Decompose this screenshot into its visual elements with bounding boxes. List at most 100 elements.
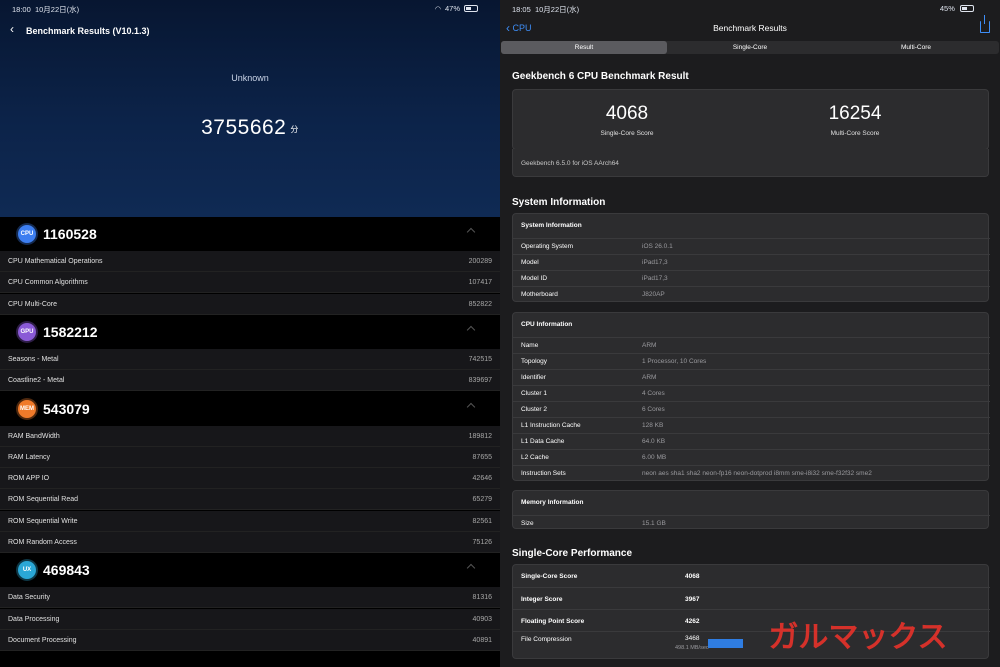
row-value: iPad17,3: [642, 259, 668, 266]
section-score: 1160528: [43, 226, 97, 242]
item-label: Document Processing: [8, 636, 77, 644]
device-name: Unknown: [231, 73, 269, 83]
nav-title: Benchmark Results: [713, 23, 787, 33]
row-value: ARM: [642, 342, 657, 349]
status-bar: 18:05 10月22日(水) 45%: [500, 0, 1000, 16]
multi-core-label: Multi-Core Score: [830, 130, 880, 137]
collapse-chevron-icon[interactable]: [466, 402, 476, 411]
row-value: 6.00 MB: [642, 454, 667, 461]
card-header: CPU Information: [513, 313, 990, 337]
multi-core-score: 16254: [828, 103, 882, 124]
single-core-label: Single-Core Score: [600, 130, 654, 137]
watermark-logo: ガルマックス: [768, 620, 947, 655]
table-row: Cluster 1 4 Cores: [513, 385, 990, 401]
item-label: CPU Multi-Core: [8, 300, 58, 308]
section-header-gpu[interactable]: GPU 1582212: [0, 314, 500, 349]
share-icon[interactable]: [980, 15, 990, 33]
table-row: Identifier ARM: [513, 369, 990, 385]
geekbench-panel: 18:05 10月22日(水) 45% ‹ CPU Benchmark Resu…: [500, 0, 1000, 667]
list-item: RAM Latency 87655: [0, 446, 500, 468]
item-value: 200289: [468, 258, 492, 265]
status-battery: 45%: [939, 4, 955, 13]
perf-value: 3468: [685, 635, 700, 642]
list-item: Data Security 81316: [0, 587, 500, 609]
item-label: Coastline2 - Metal: [8, 377, 65, 385]
perf-value: 4068: [685, 573, 700, 580]
row-label: Cluster 1: [521, 390, 548, 397]
row-label: Size: [521, 520, 534, 527]
section-header-ux[interactable]: UX 469843: [0, 553, 500, 588]
table-row: Size 15.1 GB: [513, 515, 990, 531]
status-battery: 47%: [444, 4, 460, 13]
table-row: L2 Cache 6.00 MB: [513, 449, 990, 465]
card-title: CPU Information: [521, 321, 573, 328]
row-value: iPad17,3: [642, 275, 668, 282]
row-value: 6 Cores: [642, 406, 665, 413]
item-value: 40903: [472, 615, 492, 623]
card-header: Memory Information: [513, 491, 990, 515]
row-label: L1 Data Cache: [521, 438, 565, 445]
tab-multi-core[interactable]: Multi-Core: [833, 41, 999, 54]
row-value: neon aes sha1 sha2 neon-fp16 neon-dotpro…: [642, 470, 872, 477]
status-time: 18:00: [12, 5, 31, 14]
item-value: 42646: [472, 475, 492, 483]
row-label: Topology: [521, 358, 548, 365]
section-score: 1582212: [43, 323, 98, 340]
item-value: 87655: [472, 453, 492, 461]
tab-single-core[interactable]: Single-Core: [667, 41, 833, 54]
list-item: ROM Sequential Read 65279: [0, 489, 500, 511]
item-value: 852822: [468, 300, 492, 308]
battery-icon: [960, 5, 974, 12]
wifi-icon: ◠: [434, 5, 441, 13]
collapse-chevron-icon[interactable]: [466, 325, 476, 335]
performance-row: Integer Score 3967: [513, 587, 990, 609]
perf-label: Floating Point Score: [521, 618, 585, 625]
list-item: ROM Sequential Write 82561: [0, 510, 500, 532]
item-value: 742515: [468, 355, 492, 363]
score-card: 4068 Single-Core Score 16254 Multi-Core …: [512, 89, 989, 150]
back-chevron-icon[interactable]: ‹: [10, 22, 14, 36]
perf-label: File Compression: [521, 636, 572, 643]
system-information-card: System Information Operating System iOS 26…: [512, 213, 990, 302]
row-label: Model: [521, 259, 539, 266]
section-score: 543079: [43, 400, 90, 417]
item-value: 189812: [468, 432, 492, 440]
row-label: L2 Cache: [521, 454, 549, 461]
collapse-chevron-icon[interactable]: [466, 227, 476, 237]
table-row: Operating System iOS 26.0.1: [513, 238, 990, 254]
section-header-mem[interactable]: MEM 543079: [0, 391, 500, 426]
row-value: J820AP: [642, 291, 665, 298]
status-date: 10月22日(水): [34, 5, 80, 14]
row-value: 1 Processor, 10 Cores: [642, 358, 707, 365]
row-label: Motherboard: [521, 291, 558, 298]
memory-information-card: Memory Information Size 15.1 GB: [512, 490, 990, 531]
table-row: L1 Instruction Cache 128 KB: [513, 417, 990, 433]
tab-result[interactable]: Result: [501, 41, 667, 54]
collapse-chevron-icon[interactable]: [466, 564, 476, 573]
antutu-panel: 18:00 10月22日(水) ◠ 47% ‹ Benchmark Result…: [0, 0, 500, 667]
cpu-information-card: CPU Information Name ARM Topology 1 Processo…: [512, 312, 990, 481]
item-label: Seasons - Metal: [8, 355, 59, 363]
section-header-cpu[interactable]: CPU 1160528: [0, 217, 500, 251]
result-heading: Geekbench 6 CPU Benchmark Result: [512, 71, 689, 82]
item-label: RAM Latency: [8, 453, 51, 461]
perf-throughput: 498.1 MB/sec: [675, 645, 709, 651]
list-item: Data Processing 40903: [0, 608, 500, 630]
status-time: 18:05: [512, 5, 531, 14]
list-item: ROM Random Access 75126: [0, 532, 500, 553]
single-core-score: 4068: [605, 103, 649, 124]
perf-value: 3967: [685, 596, 700, 603]
row-label: Operating System: [521, 243, 574, 250]
list-item: Document Processing 40891: [0, 629, 500, 651]
list-item: Coastline2 - Metal 839697: [0, 370, 500, 392]
status-bar: 18:00 10月22日(水) ◠ 47%: [0, 0, 500, 16]
row-value: 64.0 KB: [642, 438, 666, 445]
perf-label: Single-Core Score: [521, 573, 578, 580]
version-card: Geekbench 6.5.0 for iOS AArch64: [512, 149, 989, 177]
item-value: 40891: [472, 636, 492, 644]
cpu-icon: CPU: [18, 225, 36, 243]
row-value: iOS 26.0.1: [642, 243, 673, 250]
item-label: CPU Mathematical Operations: [8, 258, 103, 265]
list-item: CPU Common Algorithms 107417: [0, 272, 500, 294]
item-value: 839697: [468, 377, 492, 385]
